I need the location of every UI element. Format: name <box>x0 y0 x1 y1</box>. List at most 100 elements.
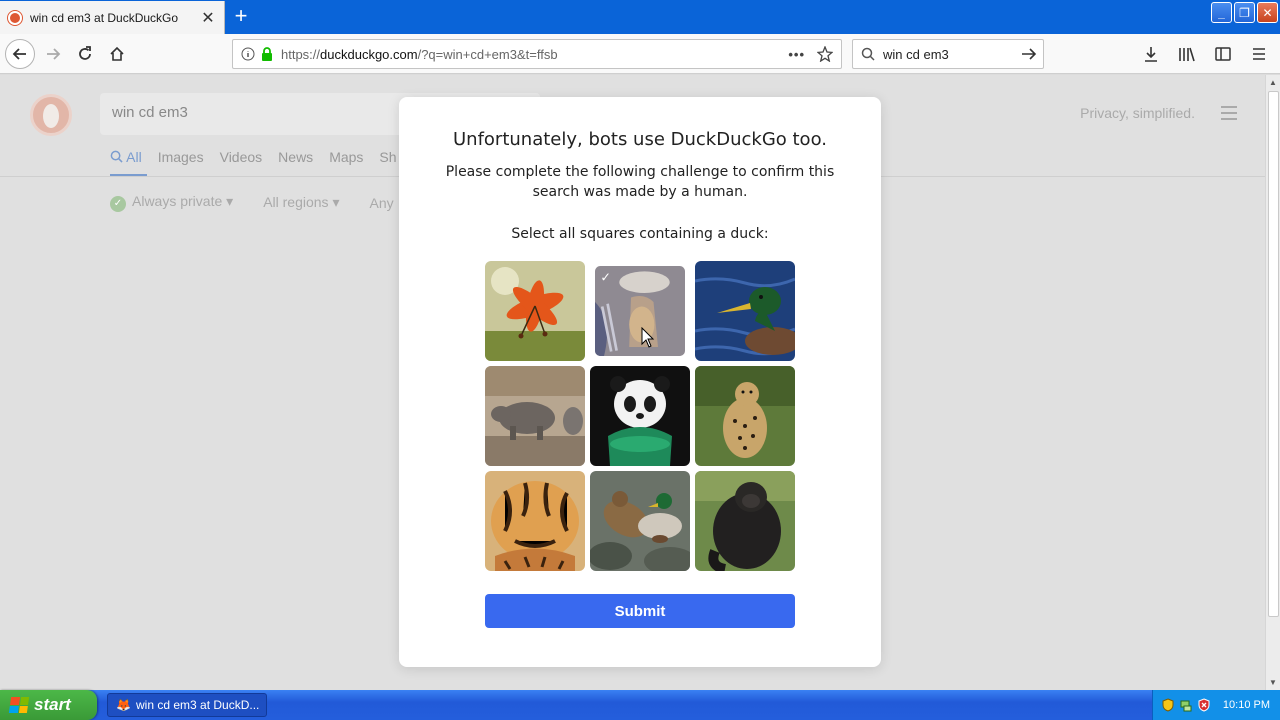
filter-region-label: All regions <box>263 194 329 210</box>
challenge-title: Unfortunately, bots use DuckDuckGo too. <box>453 129 827 150</box>
security-shield-icon[interactable] <box>1161 698 1175 712</box>
rhinoceros-image <box>485 366 585 466</box>
tab-all-label: All <box>126 149 142 165</box>
reload-icon <box>79 46 91 60</box>
lock-icon <box>262 47 272 61</box>
download-icon <box>1145 47 1157 62</box>
start-button[interactable]: start <box>0 690 97 720</box>
address-bar[interactable]: https://duckduckgo.com/?q=win+cd+em3&t=f… <box>232 39 842 69</box>
mallard-duck-image <box>695 261 795 361</box>
minimize-button[interactable]: _ <box>1211 2 1232 23</box>
orange-lily-image <box>485 261 585 361</box>
search-field[interactable]: win cd em3 <box>852 39 1044 69</box>
image-tile-panda-cub[interactable] <box>590 366 690 466</box>
search-filters: ✓ Always private ▾ All regions ▾ Any <box>110 193 394 212</box>
panda-cub-image <box>590 366 690 466</box>
close-tab-icon[interactable]: ✕ <box>198 8 218 28</box>
toolbar-buttons <box>1136 39 1274 69</box>
gorilla-image <box>695 471 795 571</box>
image-grid: ✓ <box>485 261 795 571</box>
image-tile-tiger-cub[interactable] <box>485 471 585 571</box>
hamburger-menu-icon <box>1253 48 1265 60</box>
restore-button[interactable]: ❐ <box>1234 2 1255 23</box>
library-button[interactable] <box>1172 39 1202 69</box>
selected-check-icon: ✓ <box>600 269 611 284</box>
reload-button[interactable] <box>70 39 100 69</box>
back-arrow-icon <box>12 48 26 60</box>
back-button[interactable] <box>5 39 35 69</box>
windows-taskbar: start 🦊 win cd em3 at DuckD... 10:10 PM <box>0 690 1280 720</box>
page-actions-icon[interactable]: ••• <box>788 47 805 62</box>
clock: 10:10 PM <box>1222 699 1270 711</box>
scroll-down-icon[interactable]: ▼ <box>1269 678 1277 687</box>
filter-privacy-label: Always private <box>132 193 223 209</box>
library-icon <box>1179 47 1195 62</box>
firefox-icon: 🦊 <box>116 698 131 712</box>
tagline: Privacy, simplified. <box>1080 105 1195 121</box>
navigation-toolbar: https://duckduckgo.com/?q=win+cd+em3&t=f… <box>0 34 1280 74</box>
home-icon <box>110 46 124 61</box>
image-tile-gorilla[interactable] <box>695 471 795 571</box>
duckduckgo-logo[interactable] <box>30 94 72 136</box>
image-tile-cheetah[interactable] <box>695 366 795 466</box>
search-icon <box>110 150 123 163</box>
check-icon: ✓ <box>110 196 126 212</box>
vertical-scrollbar[interactable]: ▲ ▼ <box>1265 75 1280 690</box>
submit-button[interactable]: Submit <box>485 594 795 628</box>
tab-all[interactable]: All <box>110 149 142 165</box>
page-menu-icon[interactable] <box>1221 106 1237 124</box>
bot-challenge-dialog: Unfortunately, bots use DuckDuckGo too. … <box>399 97 881 667</box>
tab-shopping[interactable]: Sh <box>379 149 396 165</box>
cheetah-image <box>695 366 795 466</box>
search-field-value: win cd em3 <box>883 46 949 62</box>
filter-region[interactable]: All regions ▾ <box>263 194 339 211</box>
search-icon <box>861 47 875 61</box>
downloads-button[interactable] <box>1136 39 1166 69</box>
forward-arrow-icon <box>47 48 61 60</box>
network-icon[interactable] <box>1179 698 1193 712</box>
image-tile-mallard-duck[interactable] <box>695 261 795 361</box>
menu-button[interactable] <box>1244 39 1274 69</box>
window-controls: _ ❐ ✕ <box>1211 2 1278 23</box>
image-tile-orange-lily[interactable] <box>485 261 585 361</box>
forward-button[interactable] <box>38 39 68 69</box>
duckduckgo-favicon-icon <box>8 10 22 25</box>
tiger-cub-image <box>485 471 585 571</box>
filter-time[interactable]: Any <box>369 195 393 211</box>
mouse-cursor-icon <box>641 327 655 348</box>
tab-videos[interactable]: Videos <box>220 149 263 165</box>
tab-news[interactable]: News <box>278 149 313 165</box>
url-host: duckduckgo.com <box>320 46 418 62</box>
windows-logo-icon <box>8 697 30 713</box>
tab-images[interactable]: Images <box>158 149 204 165</box>
start-label: start <box>34 695 71 714</box>
sidebar-button[interactable] <box>1208 39 1238 69</box>
image-tile-rhinoceros[interactable] <box>485 366 585 466</box>
scrollbar-thumb[interactable] <box>1268 91 1279 617</box>
filter-privacy[interactable]: ✓ Always private ▾ <box>110 193 233 212</box>
tab-maps[interactable]: Maps <box>329 149 363 165</box>
result-type-tabs: All Images Videos News Maps Sh <box>110 149 397 165</box>
alert-shield-icon[interactable] <box>1197 698 1211 712</box>
url-scheme: https:// <box>281 46 321 62</box>
home-button[interactable] <box>102 39 132 69</box>
image-tile-ducks-on-rocks[interactable] <box>590 471 690 571</box>
tab-title: win cd em3 at DuckDuckGo <box>30 10 179 25</box>
search-go-icon[interactable] <box>1021 47 1037 61</box>
ducks-on-rocks-image <box>590 471 690 571</box>
system-tray: 10:10 PM <box>1152 690 1280 720</box>
new-tab-button[interactable]: + <box>228 4 254 30</box>
taskbar-window-label: win cd em3 at DuckD... <box>136 698 260 712</box>
browser-titlebar: win cd em3 at DuckDuckGo ✕ + _ ❐ ✕ <box>0 0 1280 34</box>
challenge-subtitle: Please complete the following challenge … <box>445 164 835 200</box>
image-tile-bottle-and-hand[interactable]: ✓ <box>595 266 685 356</box>
taskbar-window-button[interactable]: 🦊 win cd em3 at DuckD... <box>107 693 267 717</box>
challenge-instruction: Select all squares containing a duck: <box>511 226 769 242</box>
bookmark-star-icon[interactable] <box>817 46 833 62</box>
close-window-button[interactable]: ✕ <box>1257 2 1278 23</box>
url-path: /?q=win+cd+em3&t=ffsb <box>417 46 558 62</box>
info-icon[interactable] <box>241 47 255 61</box>
sidebar-icon <box>1215 47 1231 61</box>
browser-tab[interactable]: win cd em3 at DuckDuckGo ✕ <box>0 1 225 34</box>
scroll-up-icon[interactable]: ▲ <box>1269 78 1277 87</box>
